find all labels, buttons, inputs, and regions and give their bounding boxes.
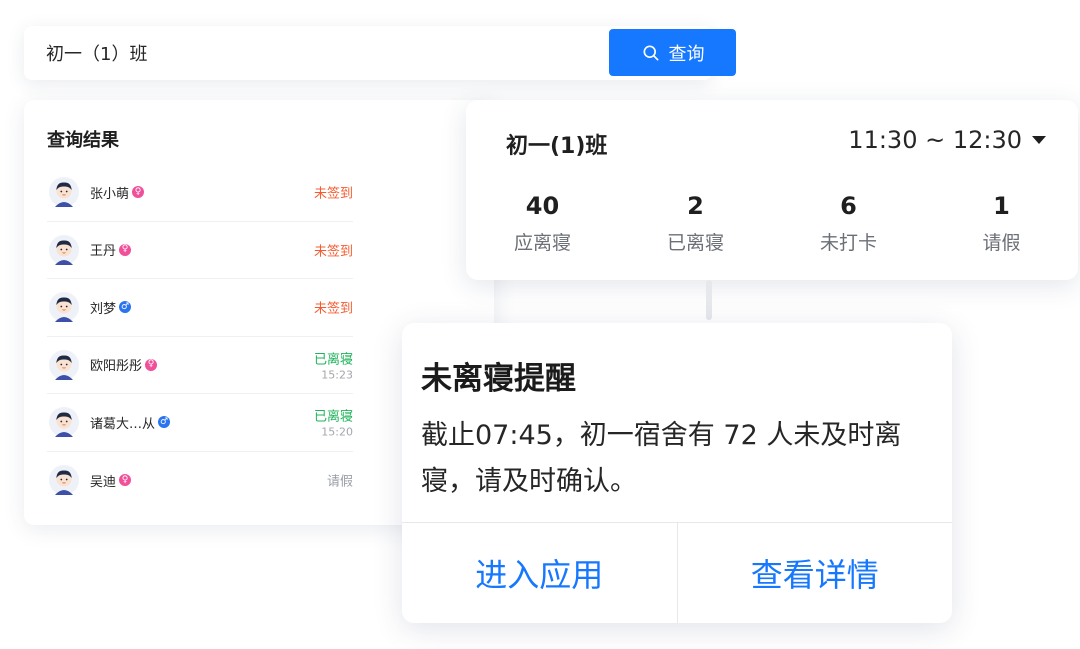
female-icon: ♀ — [119, 243, 132, 256]
search-bar: 查询 — [24, 26, 736, 80]
search-button[interactable]: 查询 — [609, 29, 736, 76]
avatar — [49, 465, 79, 496]
status-text: 请假 — [326, 474, 353, 490]
list-item[interactable]: 吴迪 ♀ 请假 — [47, 452, 353, 510]
male-icon: ♂ — [119, 301, 132, 314]
enter-app-button[interactable]: 进入应用 — [402, 523, 677, 623]
male-icon: ♂ — [158, 416, 171, 429]
stats-row: 40 应离寝 2 已离寝 6 未打卡 1 请假 — [466, 192, 1078, 255]
list-item[interactable]: 张小萌 ♀ 未签到 — [47, 164, 353, 222]
results-title: 查询结果 — [47, 130, 119, 151]
stat-should-leave: 40 应离寝 — [466, 192, 619, 255]
avatar — [49, 349, 79, 380]
status-text: 已离寝 — [313, 409, 353, 425]
list-item[interactable]: 欧阳彤彤 ♀ 已离寝 15:23 — [47, 337, 353, 394]
stat-label: 请假 — [982, 232, 1021, 254]
female-icon: ♀ — [132, 186, 145, 199]
alert-message: 截止07:45，初一宿舍有 72 人未及时离寝，请及时确认。 — [421, 420, 902, 497]
female-icon: ♀ — [119, 474, 132, 487]
avatar — [49, 234, 79, 265]
stat-label: 未打卡 — [819, 232, 877, 254]
alert-actions: 进入应用 查看详情 — [402, 522, 952, 623]
stat-value: 6 — [840, 192, 857, 220]
student-name: 张小萌 — [90, 186, 130, 202]
stat-left: 2 已离寝 — [619, 192, 772, 255]
status-badge: 未签到 — [314, 298, 353, 317]
status-time: 15:20 — [321, 425, 353, 439]
status-badge: 未签到 — [314, 240, 353, 259]
status-text: 未签到 — [313, 186, 353, 202]
avatar — [49, 407, 79, 438]
time-range-label: 11:30 ~ 12:30 — [848, 126, 1022, 154]
stat-value: 1 — [993, 192, 1010, 220]
stat-label: 应离寝 — [513, 232, 571, 254]
student-name: 王丹 — [90, 244, 117, 260]
list-item[interactable]: 诸葛大…从 ♂ 已离寝 15:20 — [47, 394, 353, 452]
alert-dialog: 未离寝提醒 截止07:45，初一宿舍有 72 人未及时离寝，请及时确认。 进入应… — [402, 323, 952, 623]
avatar — [49, 292, 79, 323]
status-badge: 请假 — [327, 471, 353, 490]
stat-value: 40 — [525, 192, 560, 220]
status-time: 15:23 — [321, 368, 353, 382]
student-name: 吴迪 — [90, 474, 117, 490]
class-name: 初一(1)班 — [506, 134, 608, 159]
status-text: 未签到 — [313, 301, 353, 317]
caret-down-icon — [1032, 136, 1046, 144]
search-button-label: 查询 — [668, 43, 705, 65]
student-name: 刘梦 — [90, 301, 117, 317]
status-badge: 已离寝 15:23 — [314, 348, 353, 381]
app-screen: 查询 查询结果 张小萌♀未签到王丹♀未签到刘梦♂未签到欧阳彤彤♀已离寝15:23… — [0, 0, 1080, 649]
search-input[interactable] — [24, 26, 584, 80]
status-text: 已离寝 — [313, 352, 353, 368]
connector-line — [706, 280, 712, 320]
student-name: 欧阳彤彤 — [90, 359, 143, 375]
view-details-button[interactable]: 查看详情 — [676, 523, 953, 623]
student-name: 诸葛大…从 — [90, 416, 156, 432]
status-badge: 已离寝 15:20 — [314, 406, 353, 439]
status-badge: 未签到 — [314, 183, 353, 202]
stat-leave: 1 请假 — [925, 192, 1078, 255]
alert-title: 未离寝提醒 — [421, 361, 576, 397]
stat-value: 2 — [687, 192, 704, 220]
list-item[interactable]: 王丹 ♀ 未签到 — [47, 222, 353, 279]
status-text: 未签到 — [313, 244, 353, 260]
list-item[interactable]: 刘梦 ♂ 未签到 — [47, 279, 353, 337]
avatar — [49, 177, 79, 208]
time-range-selector[interactable]: 11:30 ~ 12:30 — [848, 126, 1046, 154]
class-summary-card: 初一(1)班 11:30 ~ 12:30 40 应离寝 2 已离寝 6 未打卡 … — [466, 100, 1078, 280]
stat-label: 已离寝 — [666, 232, 724, 254]
female-icon: ♀ — [145, 358, 158, 371]
search-icon — [643, 45, 658, 61]
result-list: 张小萌 ♀ 未签到 王丹 ♀ 未签到 刘梦 ♂ 未签到 欧阳彤彤 ♀ 已离寝 15:23 诸葛大…从 ♂ 已离… — [47, 164, 353, 509]
stat-not-checked-in: 6 未打卡 — [772, 192, 925, 255]
